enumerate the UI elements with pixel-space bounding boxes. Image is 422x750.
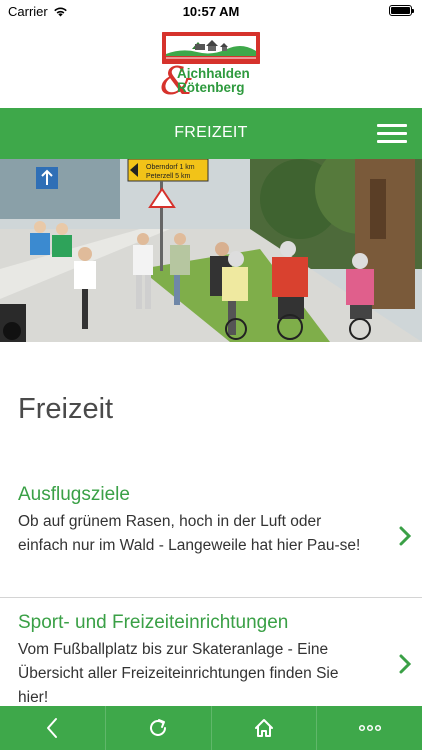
home-icon [254,719,273,737]
chevron-right-icon [399,526,412,546]
town-logo[interactable]: & Aichhalden Rötenberg [160,32,262,100]
status-time: 10:57 AM [182,4,240,19]
item-description: Vom Fußballplatz bis zur Skateranlage - … [18,641,339,706]
back-button[interactable] [0,706,106,750]
hamburger-menu-icon[interactable] [377,122,407,144]
list-item-sport-freizeiteinrichtungen[interactable]: Sport- und Freizeiteinrichtungen Vom Fuß… [0,612,422,706]
status-bar: Carrier 10:57 AM [0,0,422,22]
item-title: Sport- und Freizeiteinrichtungen [18,612,289,633]
hero-image: Oberndorf 1 km Peterzell 5 km [0,159,422,342]
reload-icon [150,719,167,736]
sign-text-1: Oberndorf 1 km [146,164,195,171]
app-screen: Carrier 10:57 AM & Aichhalden Rötenberg … [0,0,422,750]
more-button[interactable] [317,706,422,750]
back-icon [47,718,58,738]
list-item-ausflugsziele[interactable]: Ausflugsziele Ob auf grünem Rasen, hoch … [0,484,422,598]
battery-icon [389,5,414,16]
logo-line-2: Rötenberg [177,80,245,95]
menu-line [377,140,407,143]
logo-header: & Aichhalden Rötenberg [0,22,422,108]
chevron-right-icon [399,654,412,674]
battery-level [391,7,410,14]
cyclists-photo: Oberndorf 1 km Peterzell 5 km [0,159,422,342]
item-title: Ausflugsziele [18,484,130,505]
sign-text-2: Peterzell 5 km [146,173,191,180]
bottom-toolbar [0,706,422,750]
nav-title: FREIZEIT [174,124,248,141]
page-title: Freizeit [18,393,114,425]
nav-bar: FREIZEIT [0,108,422,159]
home-button[interactable] [212,706,318,750]
item-description: Ob auf grünem Rasen, hoch in der Luft od… [18,513,361,554]
menu-line [377,124,407,127]
more-icon [358,724,381,732]
reload-button[interactable] [106,706,212,750]
menu-line [377,132,407,135]
